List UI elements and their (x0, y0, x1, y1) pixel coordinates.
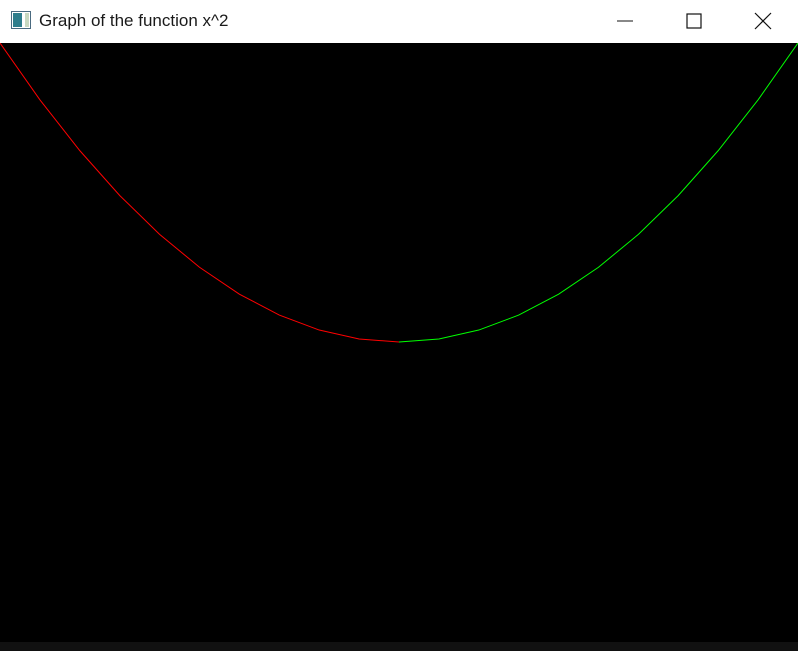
maximize-button[interactable] (660, 0, 729, 42)
curve-positive-branch (398, 43, 798, 343)
maximize-icon (686, 13, 702, 29)
window-title: Graph of the function x^2 (39, 11, 229, 30)
minimize-icon (617, 20, 633, 22)
app-icon[interactable] (11, 11, 31, 29)
close-button[interactable] (729, 0, 798, 42)
graph-canvas (0, 43, 798, 642)
graph-plot (0, 43, 798, 343)
curve-negative-branch (0, 43, 400, 343)
window-bottom-edge (0, 642, 798, 651)
close-icon (754, 12, 772, 30)
title-bar[interactable]: Graph of the function x^2 (0, 0, 798, 43)
minimize-button[interactable] (591, 0, 660, 42)
app-window: Graph of the function x^2 (0, 0, 798, 651)
